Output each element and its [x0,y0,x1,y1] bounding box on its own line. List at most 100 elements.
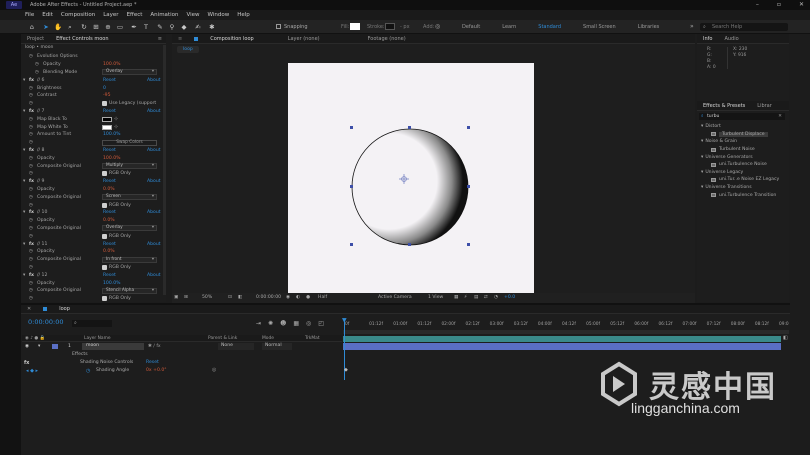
brush-tool-icon[interactable]: ✎ [156,23,164,31]
stopwatch-icon[interactable]: ◷ [29,140,33,145]
menu-composition[interactable]: Composition [61,12,95,18]
home-icon[interactable]: ⌂ [28,23,36,31]
property-dropdown[interactable]: Overlay [102,69,157,76]
stopwatch-icon[interactable]: ◷ [29,195,33,200]
effect-category[interactable]: ▾ Universe Generators [697,153,789,161]
twirl-icon[interactable]: ▾ [23,78,25,83]
stopwatch-icon[interactable]: ◷ [29,234,33,239]
effect-property-row[interactable]: ◷ Opacity 0.0% [21,248,166,256]
stopwatch-icon[interactable]: ◷ [29,171,33,176]
menu-file[interactable]: File [25,12,34,18]
layer-name[interactable]: moon [82,343,144,350]
clear-search-icon[interactable]: ✕ [778,113,782,120]
about-link[interactable]: About [147,148,161,153]
swap-colors-button[interactable]: Swap Colors [102,139,157,146]
property-value[interactable]: 100.0% [103,132,121,137]
property-value[interactable]: 100.0% [103,62,121,67]
column-mode[interactable]: Mode [262,336,274,341]
shy-icon[interactable]: ☻ [280,320,286,327]
effect-item[interactable]: Turbulent Noise [697,146,789,154]
fill-swatch[interactable] [350,23,360,30]
effect-header-row[interactable]: ▾ fx// 9 Reset About [21,178,166,186]
stopwatch-icon[interactable]: ◷ [29,164,33,169]
twirl-icon[interactable]: ▾ [697,170,703,175]
always-preview-icon[interactable]: ▣ [174,295,178,300]
effect-property-row[interactable]: ◷ Opacity 100.0% [21,154,166,162]
effect-property-row[interactable]: ◷ Composite Original Multiply [21,162,166,170]
timeline-toggle-icon[interactable]: ▤ [474,295,478,300]
stopwatch-icon[interactable]: ◷ [29,226,33,231]
menu-animation[interactable]: Animation [150,12,178,18]
eyedropper-icon[interactable]: ⊹ [114,116,118,122]
toggle-pixel-icon[interactable]: ▦ [454,295,458,300]
effect-header-row[interactable]: ▾ fx// 11 Reset About [21,240,166,248]
tab-effects-presets[interactable]: Effects & Presets [703,103,745,109]
property-shading-angle[interactable]: Shading Angle [96,368,129,373]
lock-icon[interactable]: ≡ [178,36,182,42]
effect-category[interactable]: ▾ Distort [697,123,789,131]
property-checkbox[interactable] [102,101,107,107]
fx-icon[interactable]: fx [24,360,29,366]
effect-property-row[interactable]: ◷ Use Legacy (support [21,100,166,108]
stopwatch-icon[interactable]: ◷ [29,132,33,137]
fx-toggle-icon[interactable]: fx [29,148,34,153]
eyedropper-icon[interactable]: ⊹ [114,124,118,130]
shape-tool-icon[interactable]: ▭ [116,23,124,31]
reset-link[interactable]: Reset [103,148,116,153]
about-link[interactable]: About [147,179,161,184]
column-layer-name[interactable]: Layer Name [84,336,111,341]
twirl-icon[interactable]: ▾ [697,185,703,190]
menu-effect[interactable]: Effect [127,12,143,18]
graph-editor-icon[interactable]: ◰ [318,320,324,327]
stopwatch-icon[interactable]: ◷ [29,257,33,262]
tab-effect-controls[interactable]: Effect Controls moon [56,36,108,42]
menu-edit[interactable]: Edit [42,12,53,18]
property-dropdown[interactable]: Overlay [102,225,157,232]
puppet-tool-icon[interactable]: ✱ [208,23,216,31]
draft-3d-icon[interactable]: ✺ [268,320,273,327]
property-value[interactable]: -95 [103,93,111,98]
property-value[interactable]: 0.0% [103,218,115,223]
reset-link[interactable]: Reset [103,179,116,184]
stopwatch-icon[interactable]: ◷ [29,187,33,192]
about-link[interactable]: About [147,273,161,278]
workspace-learn[interactable]: Learn [502,24,516,30]
effect-property-row[interactable]: ◷ Composite Original Screen [21,193,166,201]
column-trkmat[interactable]: TrkMat [305,336,320,341]
stopwatch-icon[interactable]: ◷ [35,70,39,75]
safe-zones-icon[interactable]: ⊡ [228,295,232,300]
snapshot-icon[interactable]: ◉ [286,295,290,300]
property-dropdown[interactable]: Screen [102,194,157,201]
reset-link[interactable]: Reset [103,109,116,114]
property-dropdown[interactable]: In front [102,256,157,263]
property-checkbox[interactable] [102,296,107,302]
property-checkbox[interactable] [102,233,107,239]
add-label[interactable]: Add: [423,24,434,30]
pan-behind-tool-icon[interactable]: ⊕ [104,23,112,31]
minimize-icon[interactable]: – [756,1,759,8]
twirl-icon[interactable]: ▾ [23,109,25,114]
layer-switches-icon[interactable]: ✱ ∕ fx [148,344,161,349]
stroke-swatch[interactable] [385,23,395,30]
effect-category[interactable]: ▾ Universe Transitions [697,184,789,192]
timeline-timecode[interactable]: 0:00:00:00 [28,318,64,326]
twirl-icon[interactable]: ▾ [697,124,703,129]
effect-controls-scrollbar[interactable] [163,45,166,295]
effect-header-row[interactable]: ▾ fx// 10 Reset About [21,209,166,217]
frame-blending-icon[interactable]: ▦ [293,320,299,327]
visibility-icon[interactable]: ◉ [25,344,29,349]
stopwatch-icon[interactable]: ◷ [29,218,33,223]
timeline-search-input[interactable]: ⌕ [72,320,112,327]
stopwatch-icon[interactable]: ◷ [29,281,33,286]
effect-reset-link[interactable]: Reset [146,360,159,365]
twirl-open-icon[interactable]: ▾ [38,344,40,349]
reset-link[interactable]: Reset [103,242,116,247]
effect-name[interactable]: Shading Noise Controls [80,360,133,365]
effect-property-row[interactable]: ◷ RGB Only [21,295,166,303]
property-checkbox[interactable] [102,202,107,208]
effect-property-row[interactable]: ◷ RGB Only [21,201,166,209]
effect-item[interactable]: uni.Tur..e Noise EZ Legacy [697,176,789,184]
stopwatch-icon[interactable]: ◷ [86,368,90,374]
parent-dropdown[interactable]: None [218,343,254,350]
expression-pickwhip-icon[interactable]: ◎ [212,367,216,373]
